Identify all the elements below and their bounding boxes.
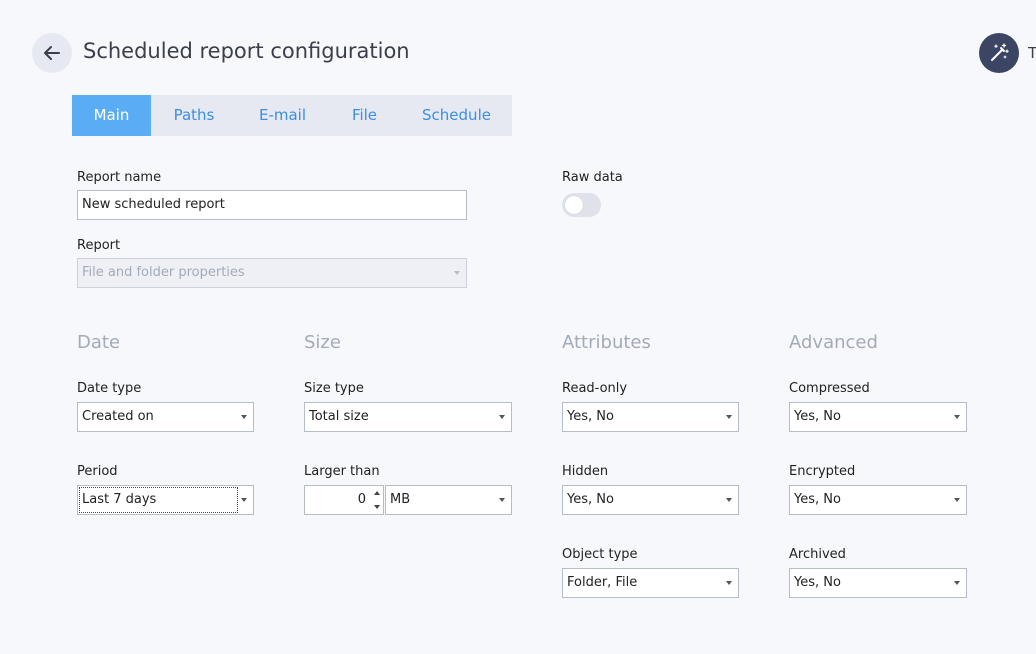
read-only-value: Yes, No: [567, 409, 614, 424]
magic-wand-icon: [991, 43, 1009, 61]
caret-down-icon: [954, 498, 960, 502]
caret-down-icon: [726, 415, 732, 419]
object-type-value: Folder, File: [567, 575, 638, 590]
tab-file[interactable]: File: [328, 95, 401, 136]
archived-value: Yes, No: [794, 575, 841, 590]
hidden-value: Yes, No: [567, 492, 614, 507]
compressed-value: Yes, No: [794, 409, 841, 424]
raw-data-toggle[interactable]: [562, 193, 601, 217]
page-title: Scheduled report configuration: [83, 39, 410, 63]
compressed-select[interactable]: Yes, No: [789, 402, 967, 432]
caret-down-icon: [499, 415, 505, 419]
read-only-select[interactable]: Yes, No: [562, 402, 739, 432]
report-select-value: File and folder properties: [82, 265, 245, 280]
section-attributes-heading: Attributes: [562, 332, 651, 353]
encrypted-value: Yes, No: [794, 492, 841, 507]
size-type-select[interactable]: Total size: [304, 402, 512, 432]
magic-wand-button[interactable]: [979, 33, 1019, 73]
date-type-label: Date type: [77, 381, 142, 396]
report-select: File and folder properties: [77, 258, 467, 288]
arrow-left-icon: [44, 46, 60, 60]
size-unit-select[interactable]: MB: [385, 485, 512, 515]
caret-down-icon: [241, 415, 247, 419]
caret-down-icon: [726, 581, 732, 585]
caret-down-icon: [954, 581, 960, 585]
period-value: Last 7 days: [82, 492, 157, 507]
hidden-label: Hidden: [562, 464, 609, 479]
wand-button-label[interactable]: T: [1028, 44, 1036, 62]
tab-email[interactable]: E-mail: [237, 95, 328, 136]
section-advanced-heading: Advanced: [789, 332, 878, 353]
section-date-heading: Date: [77, 332, 121, 353]
raw-data-label: Raw data: [562, 170, 623, 185]
larger-than-value: 0: [357, 492, 366, 507]
size-type-label: Size type: [304, 381, 364, 396]
period-select[interactable]: Last 7 days: [77, 485, 254, 515]
caret-down-icon: [454, 271, 460, 275]
tab-bar: Main Paths E-mail File Schedule: [72, 95, 512, 136]
spin-down-icon[interactable]: [374, 505, 380, 509]
caret-down-icon: [499, 498, 505, 502]
period-label: Period: [77, 464, 118, 479]
date-type-value: Created on: [82, 409, 154, 424]
report-name-input[interactable]: New scheduled report: [77, 190, 467, 220]
back-button[interactable]: [32, 33, 72, 73]
toggle-knob: [565, 196, 583, 214]
encrypted-label: Encrypted: [789, 464, 856, 479]
caret-down-icon: [954, 415, 960, 419]
spin-up-icon[interactable]: [374, 491, 380, 495]
caret-down-icon: [726, 498, 732, 502]
caret-down-icon: [241, 498, 247, 502]
tab-schedule[interactable]: Schedule: [401, 95, 512, 136]
read-only-label: Read-only: [562, 381, 628, 396]
compressed-label: Compressed: [789, 381, 870, 396]
size-type-value: Total size: [309, 409, 369, 424]
tab-main[interactable]: Main: [72, 95, 151, 136]
archived-select[interactable]: Yes, No: [789, 568, 967, 598]
tab-paths[interactable]: Paths: [151, 95, 237, 136]
hidden-select[interactable]: Yes, No: [562, 485, 739, 515]
report-name-label: Report name: [77, 170, 162, 185]
object-type-label: Object type: [562, 547, 638, 562]
larger-than-label: Larger than: [304, 464, 380, 479]
size-unit-value: MB: [390, 492, 411, 507]
encrypted-select[interactable]: Yes, No: [789, 485, 967, 515]
section-size-heading: Size: [304, 332, 341, 353]
report-label: Report: [77, 238, 121, 253]
larger-than-stepper[interactable]: 0: [304, 485, 384, 515]
date-type-select[interactable]: Created on: [77, 402, 254, 432]
archived-label: Archived: [789, 547, 846, 562]
object-type-select[interactable]: Folder, File: [562, 568, 739, 598]
